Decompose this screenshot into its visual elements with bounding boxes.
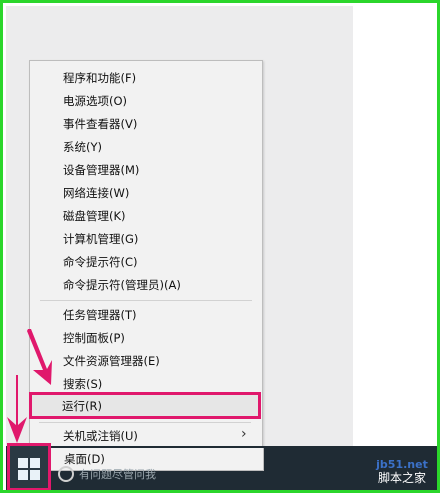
watermark-name: 脚本之家 (377, 471, 426, 485)
menu-item-event-viewer[interactable]: 事件查看器(V) (30, 113, 262, 135)
menu-item-label: 命令提示符(C) (63, 255, 138, 269)
menu-item-network-connections[interactable]: 网络连接(W) (30, 182, 262, 204)
menu-item-task-manager[interactable]: 任务管理器(T) (30, 304, 262, 326)
menu-item-shutdown-signout[interactable]: 关机或注销(U) › (30, 425, 262, 447)
menu-item-control-panel[interactable]: 控制面板(P) (30, 327, 262, 349)
arrow-down-icon (27, 329, 52, 385)
menu-item-label: 磁盘管理(K) (63, 209, 126, 223)
menu-item-label: 文件资源管理器(E) (63, 354, 160, 368)
menu-item-programs-features[interactable]: 程序和功能(F) (30, 67, 262, 89)
menu-item-label: 搜索(S) (63, 377, 103, 391)
watermark-site: jb51.net (376, 458, 428, 471)
taskbar-search-box[interactable]: 有问题尽管问我 (55, 455, 355, 487)
watermark: jb51.net 脚本之家 (365, 458, 437, 490)
cortana-icon (58, 466, 74, 482)
menu-item-label: 电源选项(O) (63, 94, 128, 108)
search-placeholder: 有问题尽管问我 (79, 468, 156, 481)
menu-item-command-prompt[interactable]: 命令提示符(C) (30, 251, 262, 273)
menu-item-label: 设备管理器(M) (63, 163, 140, 177)
menu-item-label: 命令提示符(管理员)(A) (63, 278, 181, 292)
menu-item-command-prompt-admin[interactable]: 命令提示符(管理员)(A) (30, 274, 262, 296)
menu-item-disk-management[interactable]: 磁盘管理(K) (30, 205, 262, 227)
menu-item-computer-management[interactable]: 计算机管理(G) (30, 228, 262, 250)
menu-item-label: 网络连接(W) (63, 186, 130, 200)
start-button[interactable] (7, 443, 51, 490)
windows-logo-icon (18, 458, 40, 480)
chevron-right-icon: › (241, 426, 247, 442)
menu-item-label: 系统(Y) (63, 140, 102, 154)
menu-item-label: 程序和功能(F) (63, 71, 137, 85)
menu-item-label: 计算机管理(G) (63, 232, 139, 246)
menu-item-label: 关机或注销(U) (63, 429, 138, 443)
menu-item-file-explorer[interactable]: 文件资源管理器(E) (30, 350, 262, 372)
screenshot-frame: 程序和功能(F) 电源选项(O) 事件查看器(V) 系统(Y) 设备管理器(M)… (0, 0, 440, 493)
blank-area (353, 6, 437, 458)
menu-item-system[interactable]: 系统(Y) (30, 136, 262, 158)
menu-separator (40, 300, 252, 301)
menu-separator (39, 422, 251, 423)
menu-item-label: 任务管理器(T) (63, 308, 137, 322)
menu-item-device-manager[interactable]: 设备管理器(M) (30, 159, 262, 181)
menu-item-label: 控制面板(P) (63, 331, 125, 345)
menu-item-run[interactable]: 运行(R) (29, 392, 261, 419)
menu-item-power-options[interactable]: 电源选项(O) (30, 90, 262, 112)
menu-item-label: 事件查看器(V) (63, 117, 138, 131)
menu-item-label: 运行(R) (62, 399, 102, 413)
